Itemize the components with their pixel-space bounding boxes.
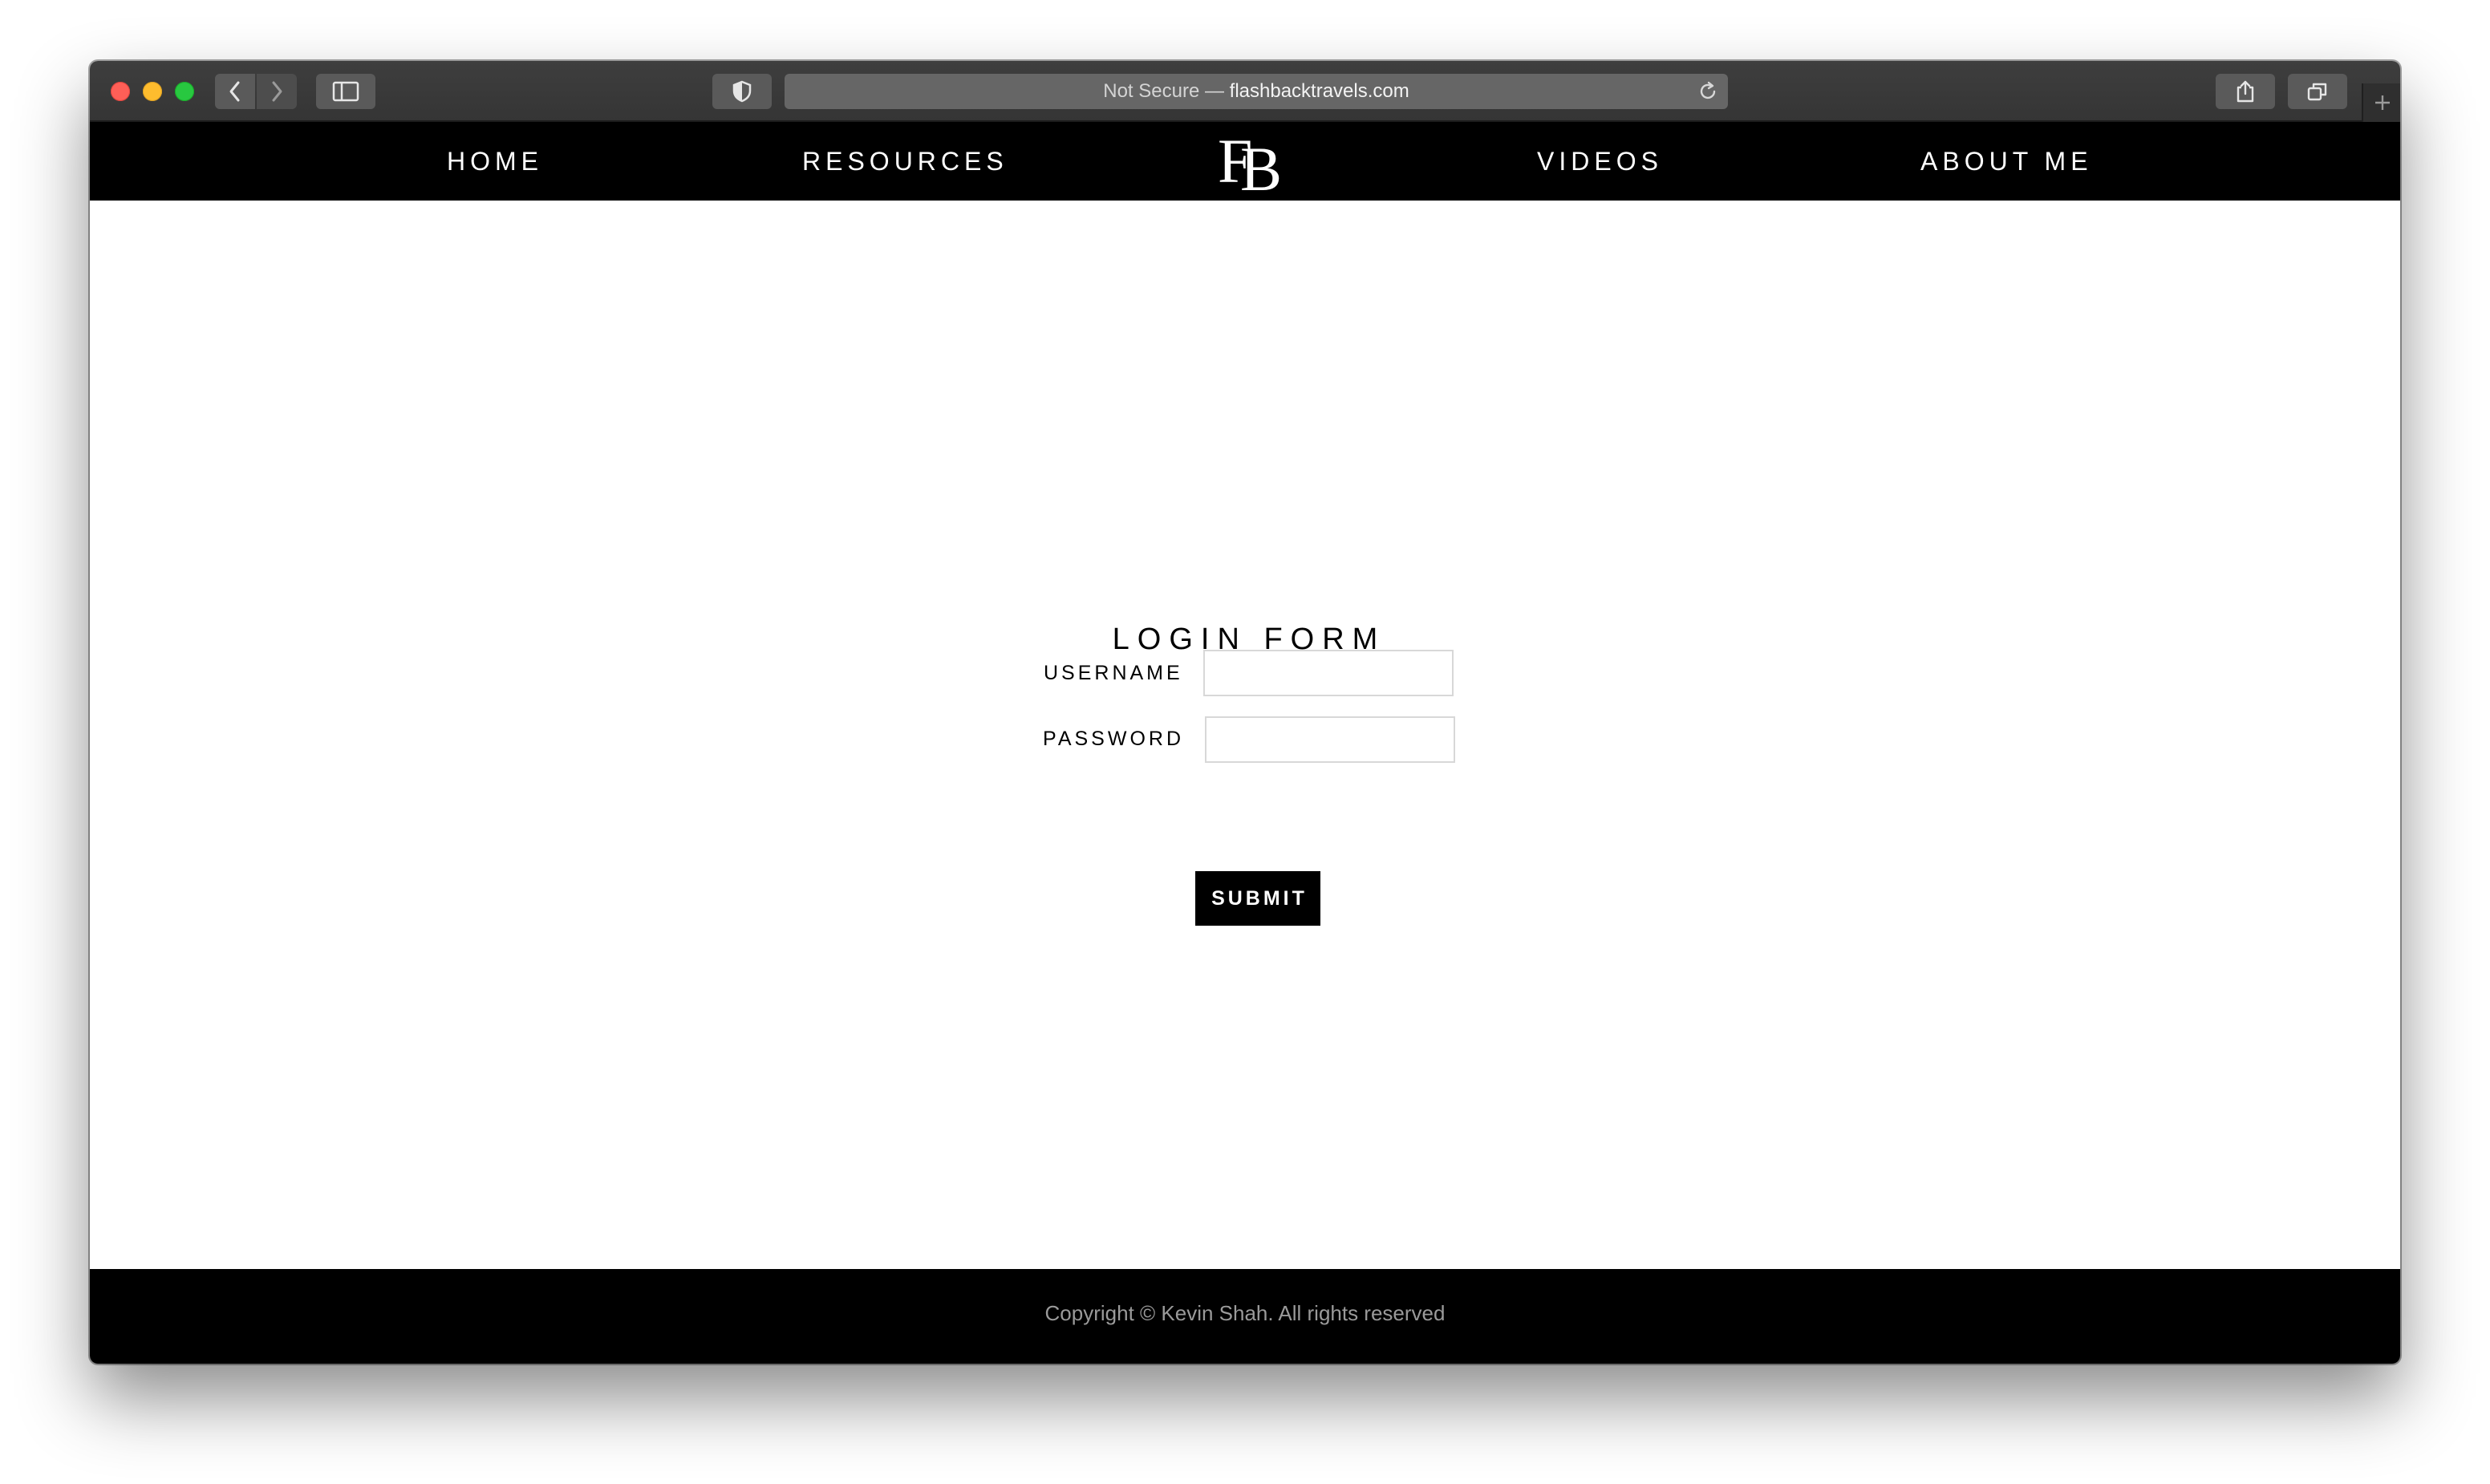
nav-link-resources[interactable]: RESOURCES (802, 122, 1008, 201)
site-navigation: HOME RESOURCES F B VIDEOS ABOUT ME (90, 122, 2400, 201)
password-input[interactable] (1205, 716, 1455, 763)
security-label: Not Secure — (1103, 80, 1230, 102)
privacy-report-button[interactable] (712, 74, 772, 109)
main-content: LOGIN FORM USERNAME PASSWORD SUBMIT (90, 201, 2400, 1317)
browser-toolbar: Not Secure — flashbacktravels.com (90, 61, 2400, 122)
nav-link-about-me[interactable]: ABOUT ME (1920, 122, 2093, 201)
username-label: USERNAME (1044, 662, 1183, 684)
sidebar-toggle-button[interactable] (316, 74, 375, 109)
chevron-left-icon (229, 81, 240, 102)
tab-overview-icon (2307, 83, 2327, 101)
nav-link-videos[interactable]: VIDEOS (1537, 122, 1663, 201)
tab-overview-button[interactable] (2288, 74, 2347, 109)
address-text: Not Secure — flashbacktravels.com (1103, 80, 1409, 103)
site-logo[interactable]: F B (1213, 127, 1296, 201)
forward-button[interactable] (257, 74, 297, 109)
plus-icon (2375, 95, 2390, 110)
submit-button[interactable]: SUBMIT (1195, 871, 1320, 926)
address-domain: flashbacktravels.com (1229, 80, 1409, 102)
share-icon (2237, 80, 2254, 103)
new-tab-button[interactable] (2362, 83, 2400, 122)
username-input[interactable] (1203, 650, 1454, 696)
reload-button[interactable] (1697, 81, 1718, 106)
copyright-text: Copyright © Kevin Shah. All rights reser… (1044, 1301, 1446, 1325)
chevron-right-icon (272, 81, 282, 102)
browser-window: Not Secure — flashbacktravels.com HOME R… (90, 61, 2400, 1364)
shield-icon (732, 80, 752, 103)
close-window-button[interactable] (111, 82, 130, 101)
reload-icon (1700, 81, 1716, 99)
minimize-window-button[interactable] (143, 82, 162, 101)
sidebar-icon (332, 81, 359, 102)
site-footer: Copyright © Kevin Shah. All rights reser… (90, 1269, 2400, 1364)
logo-letter-b: B (1240, 134, 1283, 204)
screenshot-stage: Not Secure — flashbacktravels.com HOME R… (0, 0, 2490, 1484)
share-button[interactable] (2216, 74, 2275, 109)
address-bar[interactable]: Not Secure — flashbacktravels.com (785, 74, 1728, 109)
password-label: PASSWORD (1043, 728, 1184, 750)
nav-link-home[interactable]: HOME (447, 122, 543, 201)
zoom-window-button[interactable] (175, 82, 194, 101)
back-button[interactable] (215, 74, 255, 109)
